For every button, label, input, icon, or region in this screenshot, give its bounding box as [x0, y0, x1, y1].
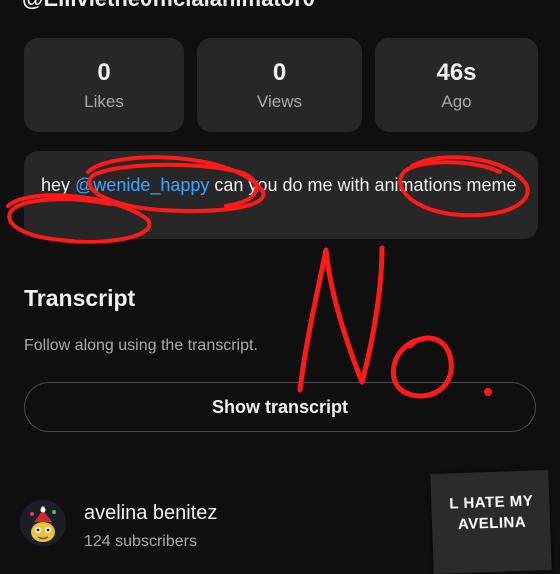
- subscriber-count: 124 subscribers: [84, 533, 197, 550]
- age-value: 46s: [436, 59, 477, 86]
- description-suffix: can you do me with animations meme: [209, 175, 517, 195]
- views-label: Views: [256, 92, 303, 111]
- mention-link[interactable]: @wenide_happy: [75, 175, 209, 195]
- avatar-image: [20, 500, 66, 546]
- video-stats: 0 Likes 0 Views 46s Ago: [24, 38, 538, 132]
- views-stat: 0 Views: [197, 38, 362, 132]
- channel-handle[interactable]: @Elliviethe0fficialanimator0: [22, 0, 542, 16]
- age-label: Ago: [441, 92, 472, 111]
- transcript-title: Transcript: [24, 285, 136, 311]
- channel-name[interactable]: avelina benitez: [84, 502, 217, 525]
- likes-stat: 0 Likes: [24, 38, 184, 132]
- description-text: hey @wenide_happy can you do me with ani…: [41, 173, 521, 198]
- avatar[interactable]: [20, 500, 66, 546]
- transcript-subtitle: Follow along using the transcript.: [24, 337, 258, 354]
- views-count: 0: [272, 59, 287, 86]
- description-prefix: hey: [41, 175, 76, 195]
- scribble-letter-n: [297, 245, 385, 393]
- likes-count: 0: [97, 59, 111, 86]
- show-transcript-button[interactable]: Show transcript: [24, 382, 536, 432]
- age-stat: 46s Ago: [375, 38, 538, 132]
- likes-label: Likes: [84, 92, 124, 111]
- sticker-line-1: L HATE MY: [449, 492, 534, 513]
- sticker-overlay: L HATE MY AVELINA: [430, 469, 552, 574]
- sticker-line-2: AVELINA: [457, 513, 527, 534]
- sticker-text: L HATE MY AVELINA: [439, 490, 544, 536]
- description-box[interactable]: hey @wenide_happy can you do me with ani…: [24, 151, 538, 239]
